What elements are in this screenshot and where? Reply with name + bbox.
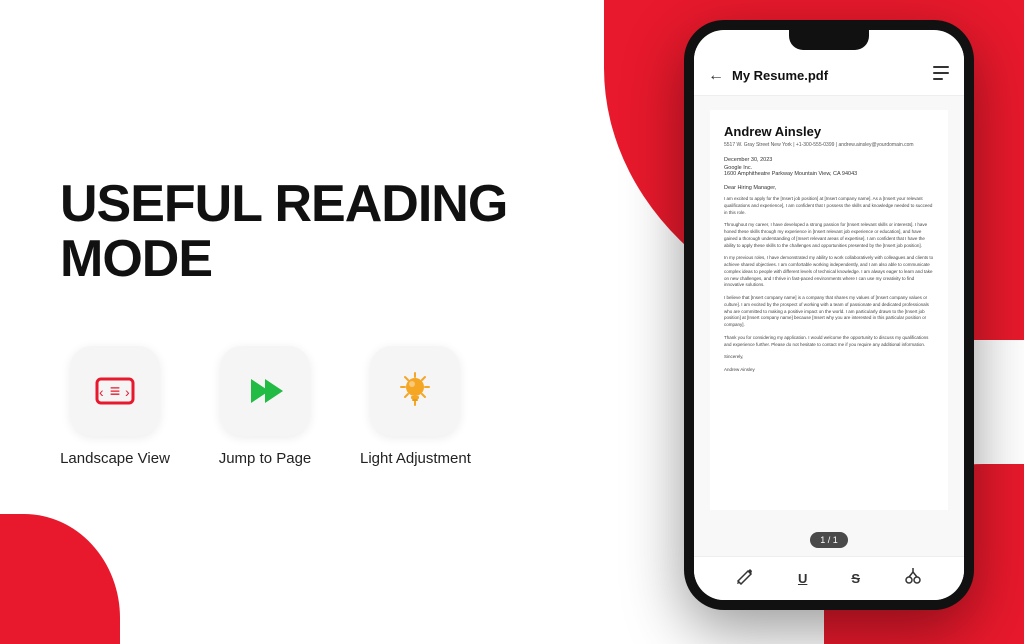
phone-outer: ← My Resume.pdf Andrew Ainsley 5517 W. G… bbox=[684, 20, 974, 610]
resume-para-5: Thank you for considering my application… bbox=[724, 335, 934, 349]
resume-contact: 5517 W. Gray Street New York | +1-300-55… bbox=[724, 142, 934, 149]
pdf-content-area: Andrew Ainsley 5517 W. Gray Street New Y… bbox=[694, 96, 964, 524]
resume-company: Google Inc. 1600 Amphitheatre Parkway Mo… bbox=[724, 165, 934, 177]
back-arrow-icon[interactable]: ← bbox=[708, 67, 724, 85]
main-title: USEFUL READING MODE bbox=[60, 177, 540, 286]
jump-icon-circle bbox=[220, 346, 310, 436]
app-toolbar: U S bbox=[694, 556, 964, 600]
left-content-panel: USEFUL READING MODE ≡ ‹ › Landscape View bbox=[0, 0, 600, 644]
resume-salutation: Dear Hiring Manager, bbox=[724, 185, 934, 191]
toolbar-pen-icon[interactable] bbox=[736, 567, 754, 590]
landscape-icon-circle: ≡ ‹ › bbox=[70, 346, 160, 436]
jump-icon bbox=[243, 369, 287, 413]
page-counter-bar: 1 / 1 bbox=[694, 524, 964, 556]
app-header: ← My Resume.pdf bbox=[694, 48, 964, 96]
resume-date: December 30, 2023 bbox=[724, 157, 934, 163]
file-title: My Resume.pdf bbox=[732, 68, 828, 83]
svg-text:›: › bbox=[125, 384, 130, 400]
menu-icon[interactable] bbox=[932, 64, 950, 87]
company-address: 1600 Amphitheatre Parkway Mountain View,… bbox=[724, 171, 857, 177]
landscape-icon: ≡ ‹ › bbox=[93, 369, 137, 413]
features-row: ≡ ‹ › Landscape View Jump to Page bbox=[60, 346, 471, 467]
resume-para-2: Throughout my career, I have developed a… bbox=[724, 222, 934, 249]
header-left: ← My Resume.pdf bbox=[708, 67, 828, 85]
toolbar-underline-icon[interactable]: U bbox=[798, 571, 807, 586]
resume-para-4: I believe that [Insert company name] is … bbox=[724, 295, 934, 329]
landscape-label: Landscape View bbox=[60, 450, 170, 467]
jump-label: Jump to Page bbox=[219, 450, 312, 467]
phone-mockup: ← My Resume.pdf Andrew Ainsley 5517 W. G… bbox=[684, 20, 974, 610]
resume-para-3: In my previous roles, I have demonstrate… bbox=[724, 255, 934, 289]
resume-signature: Andrew Ainsley bbox=[724, 367, 934, 374]
feature-light: Light Adjustment bbox=[360, 346, 471, 467]
toolbar-strikethrough-icon[interactable]: S bbox=[851, 571, 860, 586]
resume-closing: Sincerely, bbox=[724, 354, 934, 361]
resume-para-1: I am excited to apply for the [Insert jo… bbox=[724, 196, 934, 216]
light-icon bbox=[393, 369, 437, 413]
phone-notch bbox=[789, 30, 869, 50]
pdf-page: Andrew Ainsley 5517 W. Gray Street New Y… bbox=[710, 110, 948, 510]
svg-text:≡: ≡ bbox=[110, 381, 121, 401]
svg-text:‹: ‹ bbox=[99, 384, 104, 400]
feature-jump: Jump to Page bbox=[210, 346, 320, 467]
toolbar-scissors-icon[interactable] bbox=[904, 567, 922, 590]
feature-landscape: ≡ ‹ › Landscape View bbox=[60, 346, 170, 467]
page-counter: 1 / 1 bbox=[810, 532, 848, 548]
resume-name: Andrew Ainsley bbox=[724, 124, 934, 139]
light-icon-circle bbox=[370, 346, 460, 436]
light-label: Light Adjustment bbox=[360, 450, 471, 467]
phone-screen: ← My Resume.pdf Andrew Ainsley 5517 W. G… bbox=[694, 30, 964, 600]
